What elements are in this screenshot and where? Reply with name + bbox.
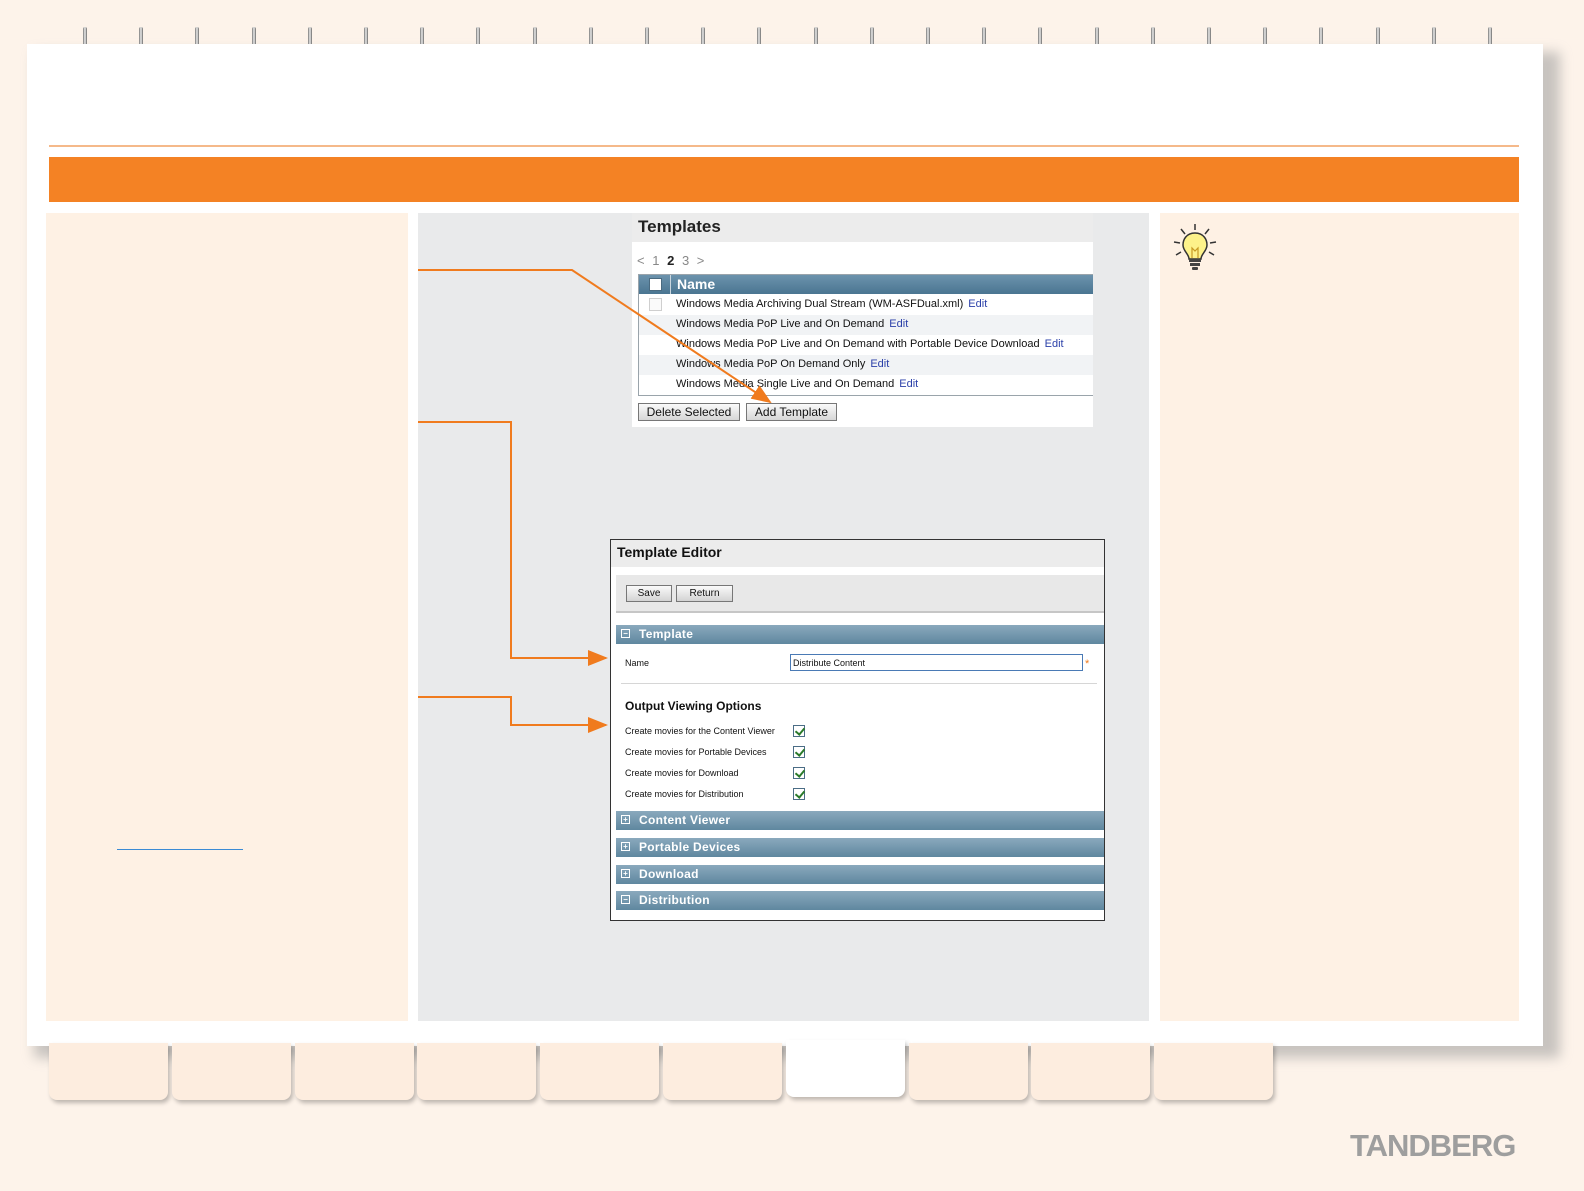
chapter-tab[interactable] [171, 1043, 291, 1100]
chapter-tab[interactable] [663, 1043, 782, 1100]
chapter-tab[interactable] [908, 1043, 1028, 1100]
callout-arrows [418, 269, 772, 733]
chapter-tab[interactable] [540, 1043, 660, 1100]
chapter-tab[interactable] [294, 1043, 414, 1100]
chapter-tab[interactable] [785, 1040, 905, 1097]
chapter-tab[interactable] [1154, 1043, 1274, 1100]
chapter-tab[interactable] [1031, 1043, 1151, 1100]
arrow-to-add-template [418, 269, 772, 404]
arrow-to-output-options [418, 696, 608, 733]
chapter-tab[interactable] [49, 1043, 168, 1100]
arrow-to-name-field [418, 421, 608, 666]
tandberg-logo: TANDBERG [1350, 1128, 1516, 1163]
chapter-tab[interactable] [417, 1043, 537, 1100]
